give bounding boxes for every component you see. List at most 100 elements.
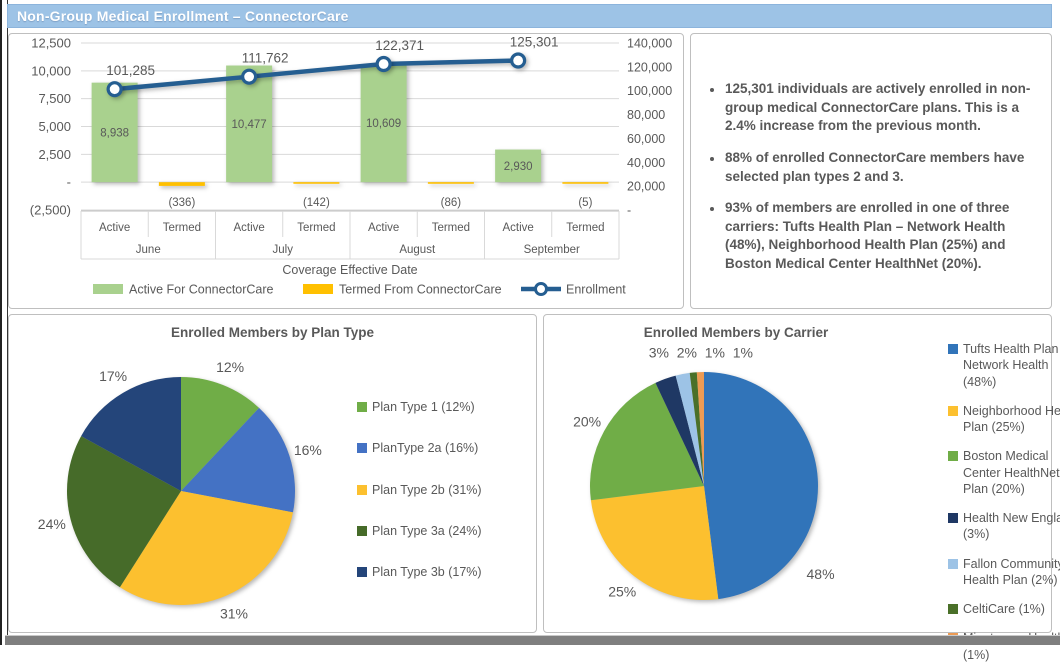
pie-data-label: 25% (608, 583, 636, 599)
primary-axis-tick: 7,500 (38, 91, 71, 106)
legend-item: Tufts Health Plan - Network Health (48%) (948, 341, 1060, 390)
legend-label: Plan Type 3b (17%) (372, 565, 482, 579)
secondary-axis-tick: 140,000 (627, 37, 672, 51)
insights-panel: 125,301 individuals are actively enrolle… (690, 33, 1052, 309)
legend-swatch (948, 344, 958, 354)
pie-data-label: 24% (38, 516, 66, 532)
bar-value-label: 8,938 (100, 127, 129, 139)
legend-item: Plan Type 1 (12%) (357, 399, 482, 415)
bar-value-label: (5) (578, 197, 592, 209)
month-label: August (399, 244, 436, 256)
bar-value-label: (86) (441, 197, 462, 209)
secondary-axis-tick: 20,000 (627, 180, 665, 194)
bar-termed-september (562, 182, 609, 184)
insights-list: 125,301 individuals are actively enrolle… (691, 34, 1051, 274)
legend-swatch (948, 604, 958, 614)
legend-swatch (948, 513, 958, 523)
pie-data-label: 16% (294, 442, 322, 458)
bar-value-label: (142) (303, 197, 330, 209)
secondary-axis-tick: - (627, 204, 631, 218)
secondary-axis-tick: 60,000 (627, 132, 665, 146)
legend-label: CeltiCare (1%) (963, 602, 1045, 616)
carrier-chart-title: Enrolled Members by Carrier (643, 325, 829, 340)
pie-data-label: 20% (573, 414, 601, 430)
primary-axis-tick: 2,500 (38, 147, 71, 162)
legend-label: Plan Type 2b (31%) (372, 482, 482, 497)
legend-label: Fallon Community Health Plan (2%) (963, 556, 1060, 587)
line-value-label: 101,285 (106, 63, 155, 78)
month-label: July (273, 244, 294, 256)
legend-item: PlanType 2a (16%) (357, 440, 482, 456)
legend-label: Health New England (3%) (963, 511, 1060, 542)
plan-type-pie-panel: Enrolled Members by Plan Type 12% 16% 31% 2… (8, 314, 537, 633)
bar-termed-july (293, 182, 340, 184)
subcategory-label: Termed (432, 222, 470, 234)
legend-item: Neighborhood Health Plan (25%) (948, 403, 1060, 436)
legend-swatch (357, 525, 367, 536)
subcategory-label: Termed (566, 222, 604, 234)
enrollment-marker (375, 55, 392, 73)
legend-swatch (357, 443, 367, 454)
enrollment-line (114, 58, 519, 92)
pie-data-label: 2% (677, 345, 697, 361)
legend-swatch (948, 405, 958, 416)
pie-data-label: 1% (705, 345, 725, 361)
enrollment-marker (510, 52, 527, 69)
legend-label: Active For ConnectorCare (129, 283, 274, 297)
legend-label: Tufts Health Plan - Network Health (48%) (963, 342, 1060, 389)
secondary-axis-tick: 40,000 (627, 156, 665, 170)
line-value-label: 122,371 (375, 38, 424, 53)
enrollment-trend-panel: 12,500 10,000 7,500 5,000 2,500 - (2,500) 140,0… (8, 33, 684, 309)
enrolled-members-by-plan-type-pie (67, 377, 295, 605)
subcategory-label: Active (233, 222, 264, 234)
pie-data-label: 3% (649, 345, 669, 361)
bottom-scrollbar[interactable] (5, 635, 1060, 645)
plan-type-chart-title: Enrolled Members by Plan Type (170, 325, 375, 340)
bar-value-label: 10,477 (232, 119, 267, 131)
legend-swatch-termed (303, 284, 333, 294)
primary-axis-tick: 12,500 (31, 36, 71, 51)
pie-data-label: 31% (220, 605, 248, 621)
legend-label: Plan Type 1 (12%) (372, 400, 475, 414)
pie-data-label: 17% (99, 368, 127, 384)
legend-marker-enrollment (534, 282, 548, 296)
enrollment-marker (106, 81, 123, 98)
pie-data-label: 1% (733, 345, 753, 361)
month-label: June (136, 244, 161, 256)
insight-bullet: 93% of members are enrolled in one of th… (710, 199, 1041, 274)
primary-axis-tick: 5,000 (38, 119, 71, 134)
bar-value-label: 10,609 (366, 118, 401, 130)
pie-data-label: 12% (216, 359, 244, 375)
subcategory-label: Active (502, 222, 533, 234)
legend-swatch (357, 484, 367, 495)
pie-data-label: 48% (807, 566, 835, 582)
carrier-legend: Tufts Health Plan - Network Health (48%)… (948, 341, 1060, 663)
month-label: September (524, 244, 580, 256)
line-value-label: 111,762 (242, 51, 289, 66)
legend-item: Fallon Community Health Plan (2%) (948, 556, 1060, 589)
insight-bullet: 88% of enrolled ConnectorCare members ha… (710, 149, 1041, 186)
page-left-edge (0, 0, 8, 645)
legend-item: Plan Type 3b (17%) (357, 564, 482, 580)
legend-swatch (357, 567, 367, 577)
secondary-axis-tick: 80,000 (627, 108, 665, 122)
legend-label: Termed From ConnectorCare (339, 283, 502, 297)
bar-termed-june (158, 182, 205, 186)
x-axis-title: Coverage Effective Date (282, 263, 417, 277)
legend-swatch (357, 402, 367, 412)
report-title-bar: Non-Group Medical Enrollment – Connector… (7, 4, 1052, 28)
subcategory-label: Termed (163, 222, 201, 234)
report-title: Non-Group Medical Enrollment – Connector… (17, 8, 349, 24)
secondary-axis-tick: 100,000 (627, 84, 672, 98)
legend-label: Plan Type 3a (24%) (372, 523, 482, 538)
pie-slice-tufts-health-plan-network-health-48- (704, 372, 819, 600)
legend-item: Plan Type 3a (24%) (357, 523, 482, 539)
legend-swatch-active (93, 284, 123, 294)
subcategory-label: Termed (297, 222, 335, 234)
legend-label: PlanType 2a (16%) (372, 441, 479, 456)
insight-bullet: 125,301 individuals are actively enrolle… (710, 80, 1041, 136)
legend-swatch (948, 558, 958, 569)
legend-item: Plan Type 2b (31%) (357, 482, 482, 498)
legend-item: CeltiCare (1%) (948, 601, 1060, 617)
primary-axis-tick: (2,500) (30, 203, 71, 218)
